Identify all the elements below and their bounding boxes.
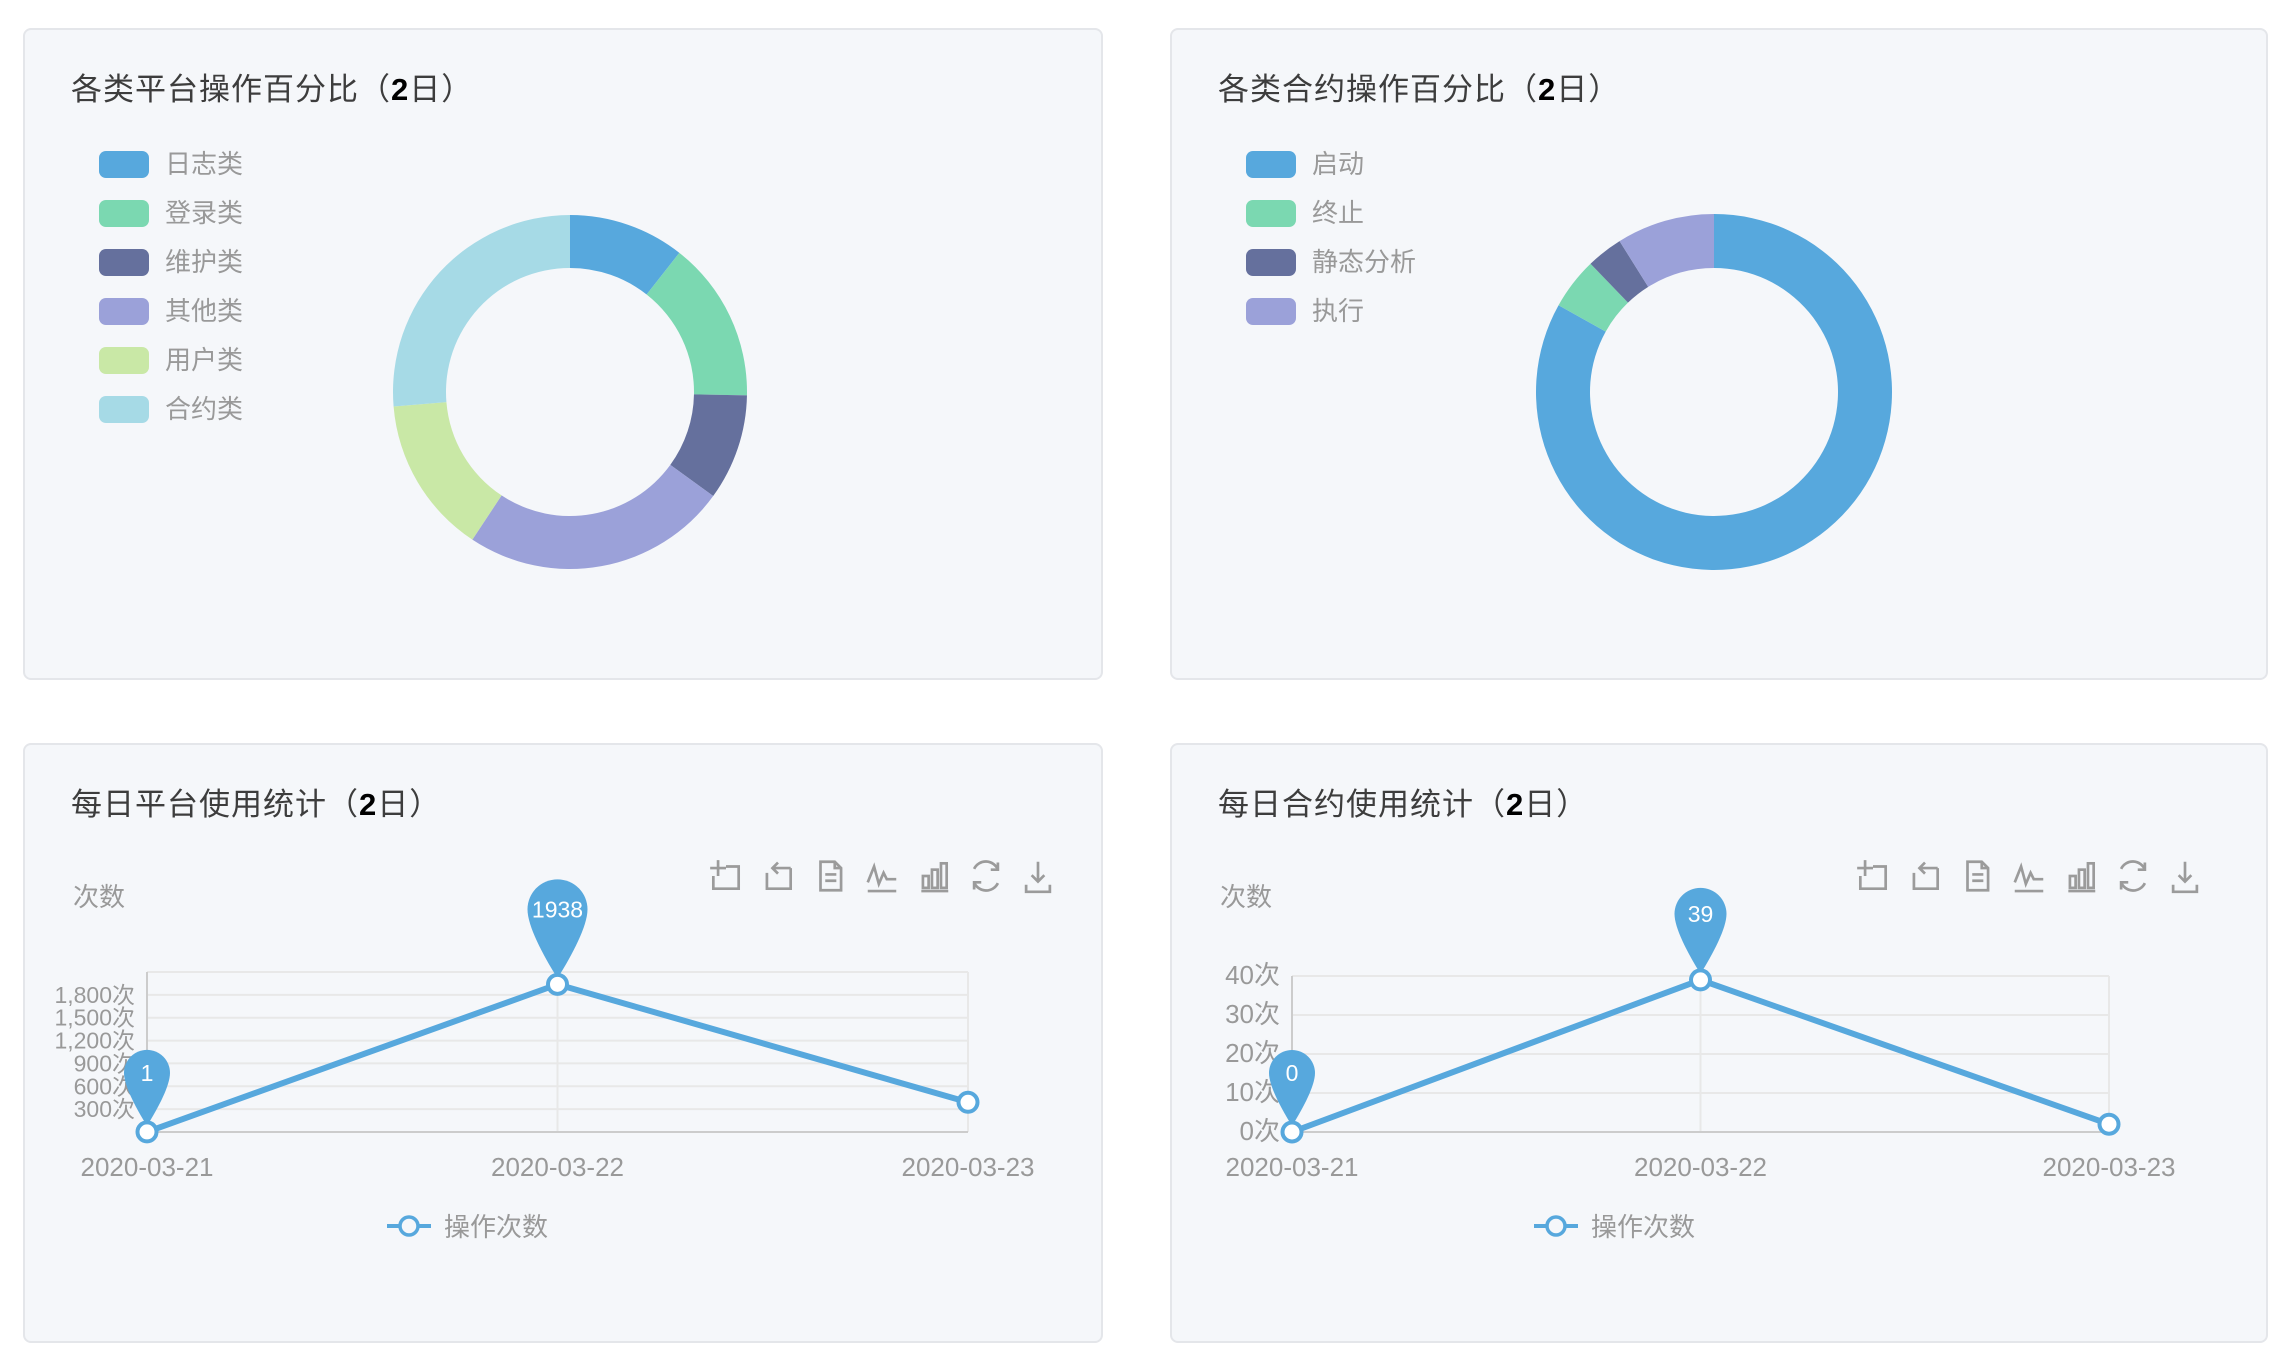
y-tick-label: 300次: [74, 1096, 135, 1122]
data-point[interactable]: [548, 975, 567, 994]
y-tick-label: 40次: [1225, 960, 1280, 990]
x-tick-label: 2020-03-23: [902, 1152, 1035, 1182]
donut-chart-platform: [25, 30, 1105, 682]
y-tick-label: 30次: [1225, 999, 1280, 1029]
line-chart-contract: 0次10次20次30次40次2020-03-212020-03-222020-0…: [1172, 745, 2270, 1345]
line-chart-platform: 300次600次900次1,200次1,500次1,800次2020-03-21…: [25, 745, 1105, 1345]
y-tick-label: 0次: [1240, 1116, 1280, 1146]
data-point[interactable]: [1691, 970, 1710, 989]
x-tick-label: 2020-03-21: [1226, 1152, 1359, 1182]
max-point-pin-icon: [528, 879, 588, 978]
data-point[interactable]: [138, 1122, 157, 1141]
panel-platform-usage-line: 每日平台使用统计（2日） 次数 300次600次900次1,200次1,500次…: [23, 743, 1103, 1343]
panel-contract-usage-line: 每日合约使用统计（2日） 次数 0次10次20次30次40次2020-03-21…: [1170, 743, 2268, 1343]
x-tick-label: 2020-03-21: [81, 1152, 214, 1182]
pin-value-label: 39: [1688, 901, 1714, 927]
pin-value-label: 1938: [532, 896, 583, 922]
pin-value-label: 0: [1286, 1060, 1299, 1086]
series-legend[interactable]: 操作次数: [1172, 1207, 2056, 1244]
donut-chart-contract: [1172, 30, 2270, 682]
panel-platform-ops-pie: 各类平台操作百分比（2日） 日志类登录类维护类其他类用户类合约类: [23, 28, 1103, 680]
pin-value-label: 1: [141, 1060, 154, 1086]
data-point[interactable]: [959, 1093, 978, 1112]
data-point[interactable]: [1283, 1123, 1302, 1142]
panel-contract-ops-pie: 各类合约操作百分比（2日） 启动终止静态分析执行: [1170, 28, 2268, 680]
series-legend-label: 操作次数: [1591, 1207, 1695, 1244]
y-tick-label: 1,500次: [54, 1005, 135, 1031]
x-tick-label: 2020-03-23: [2043, 1152, 2176, 1182]
series-legend-label: 操作次数: [444, 1207, 548, 1244]
pie-slice-合约类[interactable]: [393, 215, 570, 406]
x-tick-label: 2020-03-22: [1634, 1152, 1767, 1182]
line-series-marker-icon: [1533, 1212, 1579, 1240]
series-legend[interactable]: 操作次数: [25, 1207, 909, 1244]
y-tick-label: 1,800次: [54, 982, 135, 1008]
x-tick-label: 2020-03-22: [491, 1152, 624, 1182]
line-series-marker-icon: [386, 1212, 432, 1240]
pie-slice-用户类[interactable]: [394, 402, 502, 540]
pie-slice-其他类[interactable]: [472, 465, 713, 569]
data-point[interactable]: [2100, 1115, 2119, 1134]
y-tick-label: 1,200次: [54, 1028, 135, 1054]
